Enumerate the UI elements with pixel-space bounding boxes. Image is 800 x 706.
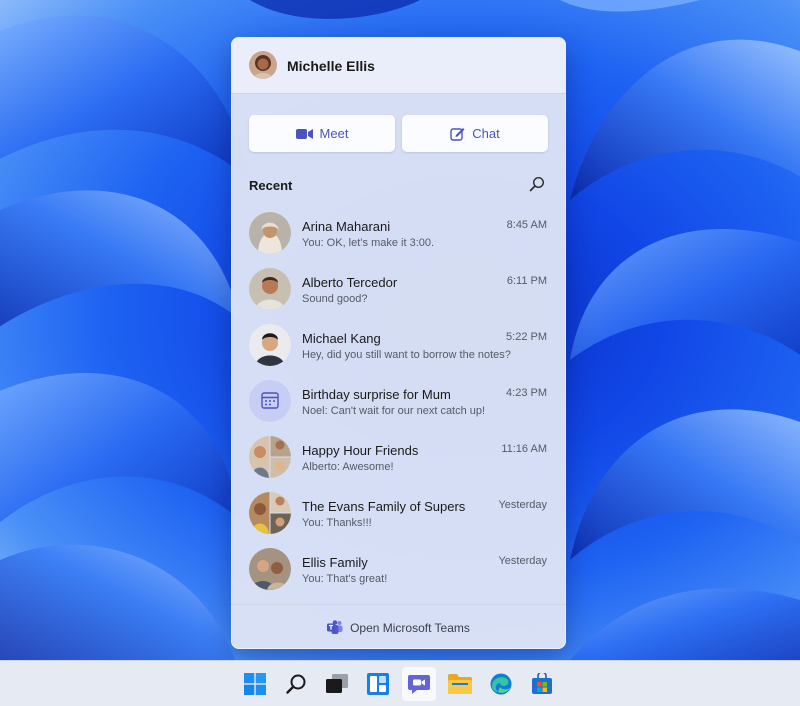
group-avatar — [249, 436, 291, 478]
chat-name: Michael Kang — [302, 331, 381, 346]
widgets-icon[interactable] — [361, 667, 395, 701]
open-teams-link[interactable]: Open Microsoft Teams — [231, 604, 566, 649]
compose-icon — [450, 128, 465, 141]
teams-logo-icon — [327, 620, 343, 634]
meet-label: Meet — [319, 126, 349, 141]
chat-list-item[interactable]: Arina Maharani You: OK, let’s make it 3:… — [231, 212, 566, 268]
chat-list-item[interactable]: Happy Hour Friends Alberto: Awesome! 11:… — [231, 436, 566, 492]
chat-list-item[interactable]: Alberto Tercedor Sound good? 6:11 PM — [231, 268, 566, 324]
chat-preview: Sound good? — [302, 293, 368, 305]
microsoft-store-icon[interactable] — [525, 667, 559, 701]
chat-list-item[interactable]: Birthday surprise for Mum Noel: Can't wa… — [231, 380, 566, 436]
recent-heading: Recent — [249, 178, 293, 193]
chat-time: Yesterday — [498, 555, 547, 567]
chat-name: Alberto Tercedor — [302, 275, 398, 290]
edge-browser-icon[interactable] — [484, 667, 518, 701]
open-teams-label: Open Microsoft Teams — [350, 620, 470, 635]
search-icon[interactable] — [279, 667, 313, 701]
taskbar — [0, 660, 800, 706]
chat-name: Arina Maharani — [302, 219, 391, 234]
chat-name: Happy Hour Friends — [302, 443, 419, 458]
chat-time: 4:23 PM — [506, 387, 547, 399]
person-avatar — [249, 324, 291, 366]
chat-time: 8:45 AM — [506, 219, 547, 231]
person-avatar — [249, 268, 291, 310]
task-view-icon[interactable] — [320, 667, 354, 701]
chat-button[interactable]: Chat — [402, 115, 548, 152]
chat-list-item[interactable]: Ellis Family You: That's great! Yesterda… — [231, 548, 566, 604]
chat-label: Chat — [472, 126, 500, 141]
search-icon[interactable] — [529, 176, 545, 192]
chat-name: Birthday surprise for Mum — [302, 387, 451, 402]
chat-preview: Alberto: Awesome! — [302, 461, 394, 473]
video-camera-icon — [295, 128, 313, 139]
file-explorer-icon[interactable] — [443, 667, 477, 701]
teams-chat-flyout: Michelle Ellis Meet Chat Recent Arina Ma… — [231, 37, 566, 649]
teams-chat-icon[interactable] — [402, 667, 436, 701]
group-avatar — [249, 548, 291, 590]
chat-list-item[interactable]: Michael Kang Hey, did you still want to … — [231, 324, 566, 380]
windows-start-icon[interactable] — [238, 667, 272, 701]
chat-preview: You: OK, let’s make it 3:00. — [302, 237, 435, 249]
chat-name: The Evans Family of Supers — [302, 499, 466, 514]
chat-preview: Noel: Can't wait for our next catch up! — [302, 405, 486, 417]
chat-preview: You: Thanks!!! — [302, 517, 372, 529]
group-avatar — [249, 492, 291, 534]
user-name: Michelle Ellis — [287, 58, 375, 74]
chat-name: Ellis Family — [302, 555, 368, 570]
person-avatar — [249, 212, 291, 254]
meet-button[interactable]: Meet — [249, 115, 395, 152]
user-avatar[interactable] — [249, 51, 277, 79]
chat-time: 11:16 AM — [501, 443, 547, 455]
chat-time: 5:22 PM — [506, 331, 547, 343]
group-calendar-avatar — [249, 380, 291, 422]
chat-time: 6:11 PM — [506, 275, 547, 287]
chat-preview: You: That's great! — [302, 573, 388, 585]
user-header: Michelle Ellis — [231, 37, 566, 94]
chat-time: Yesterday — [498, 499, 547, 511]
chat-preview: Hey, did you still want to borrow the no… — [302, 349, 511, 361]
chat-list-item[interactable]: The Evans Family of Supers You: Thanks!!… — [231, 492, 566, 548]
